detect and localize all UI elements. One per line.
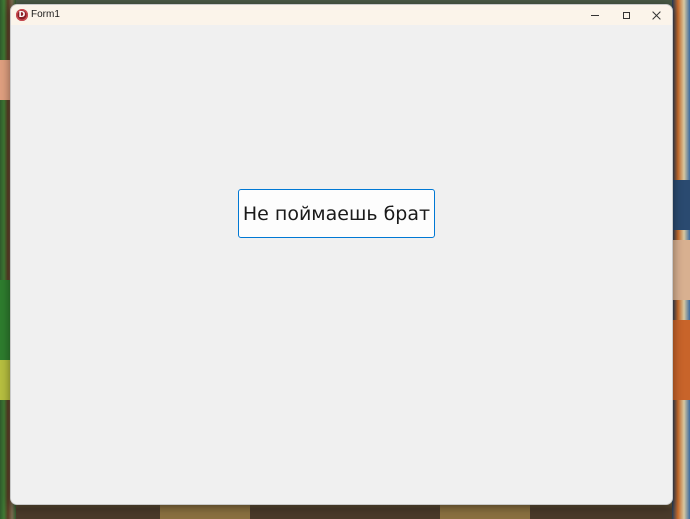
- catch-me-button[interactable]: Не поймаешь брат: [238, 189, 435, 238]
- desktop-decor: [160, 503, 250, 519]
- form-window: D Form1 Не поймаешь брат: [10, 4, 673, 505]
- desktop-decor: [672, 180, 690, 230]
- minimize-icon: [591, 14, 599, 16]
- desktop-decor: [440, 503, 530, 519]
- form-client-area: Не поймаешь брат: [11, 25, 672, 504]
- maximize-button[interactable]: [611, 5, 641, 25]
- window-title: Form1: [31, 9, 60, 20]
- desktop-decor: [672, 240, 690, 300]
- desktop-decor: [0, 60, 10, 100]
- close-button[interactable]: [641, 5, 671, 25]
- desktop-decor: [672, 320, 690, 400]
- title-bar[interactable]: D Form1: [11, 5, 672, 25]
- maximize-icon: [622, 11, 630, 19]
- desktop-decor: [0, 360, 10, 400]
- close-icon: [652, 11, 661, 20]
- app-logo-letter: D: [18, 10, 26, 19]
- app-logo-icon[interactable]: D: [16, 9, 28, 21]
- minimize-button[interactable]: [580, 5, 610, 25]
